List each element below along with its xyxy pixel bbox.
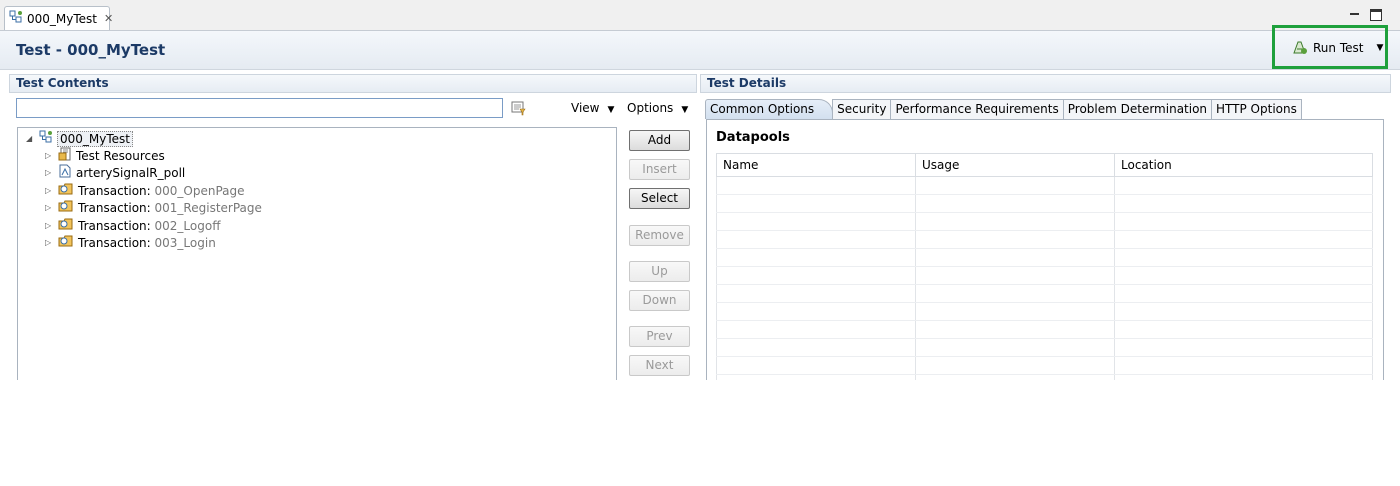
tree-item-label: 000_MyTest (57, 130, 133, 147)
tree-item-artery-signalr-poll[interactable]: ▷ arterySignalR_poll (45, 164, 185, 181)
column-header-name[interactable]: Name (716, 153, 916, 177)
table-row (716, 248, 1373, 267)
collapsed-arrow-icon[interactable]: ▷ (45, 203, 55, 212)
table-row (716, 302, 1373, 321)
collapsed-arrow-icon[interactable]: ▷ (45, 168, 55, 177)
page-title: Test - 000_MyTest (16, 41, 166, 59)
chevron-down-icon: ▼ (681, 105, 689, 115)
table-row (716, 212, 1373, 231)
table-row (716, 356, 1373, 375)
resources-icon (58, 147, 72, 164)
remove-button[interactable]: Remove (629, 225, 690, 246)
datapools-table[interactable]: Name Usage Location (716, 153, 1373, 380)
table-row (716, 266, 1373, 285)
options-menu-label: Options (627, 101, 674, 115)
table-row (716, 176, 1373, 195)
collapsed-arrow-icon[interactable]: ▷ (45, 221, 55, 230)
tree-item-root[interactable]: ◢ 000_MyTest (26, 130, 133, 147)
view-menu-button[interactable]: View ▼ (571, 101, 614, 115)
details-tabs: Common Options Security Performance Requ… (705, 99, 1302, 120)
tab-common-options[interactable]: Common Options (705, 99, 834, 119)
tab-problem-determination[interactable]: Problem Determination (1062, 99, 1213, 119)
tree-item-label: arterySignalR_poll (76, 165, 186, 180)
up-button[interactable]: Up (629, 261, 690, 282)
collapsed-arrow-icon[interactable]: ▷ (45, 238, 55, 247)
minimize-icon[interactable] (1349, 9, 1361, 21)
table-row (716, 338, 1373, 357)
collapsed-arrow-icon[interactable]: ▷ (45, 186, 55, 195)
tree-item-label: Transaction: 002_Logoff (78, 218, 221, 233)
test-icon (9, 10, 23, 27)
test-editor: 000_MyTest ✕ Test - 000_MyTest Run Test … (0, 0, 1400, 380)
tree-item-transaction[interactable]: ▷ Transaction: 000_OpenPage (45, 182, 245, 199)
next-button[interactable]: Next (629, 355, 690, 376)
test-contents-header: Test Contents (9, 74, 697, 93)
tree-item-label: Transaction: 001_RegisterPage (78, 200, 262, 215)
chevron-down-icon[interactable]: ▼ (1376, 43, 1383, 53)
select-button[interactable]: Select (629, 188, 690, 209)
editor-tabstrip: 000_MyTest ✕ (0, 0, 1400, 31)
filter-input[interactable] (16, 98, 503, 118)
table-row (716, 320, 1373, 339)
options-menu-button[interactable]: Options ▼ (627, 101, 688, 115)
add-button[interactable]: Add (629, 130, 690, 151)
tree-item-test-resources[interactable]: ▷ Test Resources (45, 147, 165, 164)
down-button[interactable]: Down (629, 290, 690, 311)
datapools-title: Datapools (716, 130, 790, 145)
filter-icon[interactable] (511, 100, 527, 119)
collapsed-arrow-icon[interactable]: ▷ (45, 151, 55, 160)
transaction-folder-icon (58, 217, 74, 234)
tab-http-options[interactable]: HTTP Options (1211, 99, 1302, 119)
tab-security[interactable]: Security (832, 99, 892, 119)
column-header-location[interactable]: Location (1114, 153, 1373, 177)
prev-button[interactable]: Prev (629, 326, 690, 347)
close-icon[interactable]: ✕ (104, 12, 113, 25)
chevron-down-icon: ▼ (607, 105, 615, 115)
transaction-folder-icon (58, 199, 74, 216)
tree-item-transaction[interactable]: ▷ Transaction: 003_Login (45, 234, 216, 251)
tree-item-transaction[interactable]: ▷ Transaction: 002_Logoff (45, 217, 220, 234)
maximize-icon[interactable] (1370, 9, 1382, 21)
test-details-header: Test Details (700, 74, 1391, 93)
tab-performance-requirements[interactable]: Performance Requirements (890, 99, 1064, 119)
table-row (716, 230, 1373, 249)
tree-item-label: Transaction: 003_Login (78, 235, 216, 250)
table-row (716, 374, 1373, 380)
view-menu-label: View (571, 101, 600, 115)
editor-tab-label: 000_MyTest (27, 11, 97, 26)
expanded-arrow-icon[interactable]: ◢ (26, 134, 36, 143)
tree-item-label: Transaction: 000_OpenPage (78, 183, 245, 198)
page-icon (58, 164, 72, 181)
transaction-folder-icon (58, 182, 74, 199)
editor-tab-000-mytest[interactable]: 000_MyTest ✕ (4, 6, 113, 30)
editor-header: Test - 000_MyTest (0, 31, 1400, 70)
table-row (716, 284, 1373, 303)
column-header-usage[interactable]: Usage (915, 153, 1115, 177)
run-test-label: Run Test (1313, 41, 1364, 55)
table-row (716, 194, 1373, 213)
tree-item-transaction[interactable]: ▷ Transaction: 001_RegisterPage (45, 199, 262, 216)
run-test-icon (1292, 39, 1308, 58)
transaction-folder-icon (58, 234, 74, 251)
tree-item-label: Test Resources (76, 148, 165, 163)
table-header-row: Name Usage Location (716, 153, 1373, 177)
run-test-button[interactable]: Run Test ▼ (1292, 38, 1383, 58)
insert-button[interactable]: Insert (629, 159, 690, 180)
test-icon (39, 130, 53, 147)
